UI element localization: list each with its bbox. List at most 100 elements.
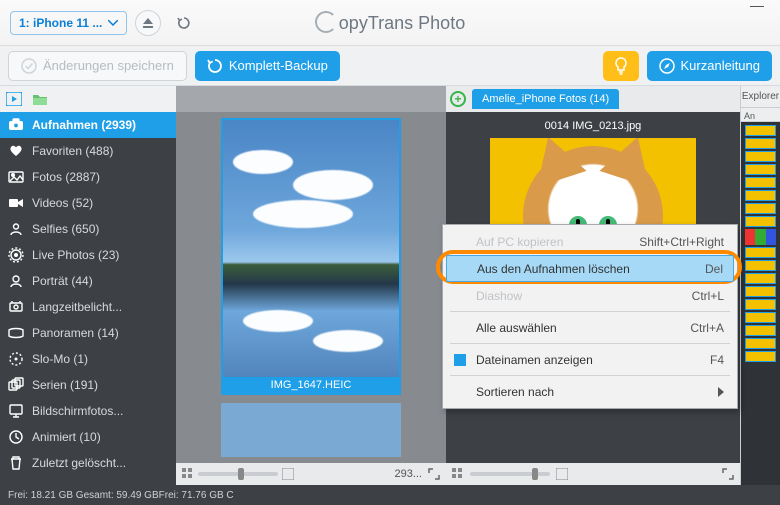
center-tab-strip [176, 86, 446, 112]
sidebar-item[interactable]: Panoramen (14) [0, 320, 176, 346]
grid-small-icon[interactable] [182, 468, 194, 480]
add-album-button[interactable]: + [450, 91, 466, 107]
main-toolbar: Änderungen speichern Komplett-Backup Kur… [0, 46, 780, 86]
context-menu-shortcut: Shift+Ctrl+Right [639, 235, 724, 249]
context-menu-item[interactable]: DiashowCtrl+L [446, 282, 734, 309]
folder-tab-icon[interactable] [32, 92, 48, 106]
explorer-header[interactable]: Explorer [741, 86, 780, 108]
submenu-arrow-icon [718, 387, 724, 397]
slomo-icon [8, 351, 24, 367]
mini-thumb[interactable] [745, 338, 776, 349]
mini-thumb[interactable] [745, 351, 776, 362]
save-changes-button[interactable]: Änderungen speichern [8, 51, 187, 81]
mini-thumb[interactable] [745, 190, 776, 201]
mini-thumb[interactable] [745, 273, 776, 284]
mini-thumb[interactable] [745, 125, 776, 136]
album-tab[interactable]: Amelie_iPhone Fotos (14) [472, 89, 619, 109]
sidebar-item[interactable]: Animiert (10) [0, 424, 176, 450]
quick-guide-label: Kurzanleitung [681, 58, 761, 73]
context-menu[interactable]: Auf PC kopieren Shift+Ctrl+Right Aus den A… [442, 224, 738, 409]
check-indicator [454, 354, 466, 366]
sidebar-item-label: Videos (52) [32, 196, 93, 210]
context-menu-item[interactable]: Aus den Aufnahmen löschenDel [446, 255, 734, 282]
grid-large-icon[interactable] [282, 468, 294, 480]
sidebar-item-label: Favoriten (488) [32, 144, 113, 158]
sidebar-item[interactable]: Favoriten (488) [0, 138, 176, 164]
context-menu-item[interactable]: Dateinamen anzeigenF4 [446, 346, 734, 373]
thumbnail-next[interactable] [221, 403, 401, 457]
sidebar-item[interactable]: Langzeitbelicht... [0, 294, 176, 320]
explorer-thumbnails[interactable] [741, 122, 780, 485]
context-menu-item[interactable]: Sortieren nach [446, 378, 734, 405]
sidebar-list[interactable]: Aufnahmen (2939) Favoriten (488) Fotos (28… [0, 112, 176, 485]
context-menu-label: Aus den Aufnahmen löschen [477, 262, 630, 276]
zoom-track[interactable] [198, 472, 278, 476]
sidebar-item[interactable]: Bildschirmfotos... [0, 398, 176, 424]
right-bottom-bar [446, 463, 740, 485]
sidebar-item[interactable]: Selfies (650) [0, 216, 176, 242]
thumbnail-selected[interactable]: IMG_1647.HEIC [221, 118, 401, 395]
expand-icon[interactable] [428, 468, 440, 480]
eject-button[interactable] [135, 10, 161, 36]
context-menu-label: Dateinamen anzeigen [476, 353, 593, 367]
mini-thumb[interactable] [745, 247, 776, 258]
sidebar-item-label: Selfies (650) [32, 222, 99, 236]
mini-thumb[interactable] [745, 286, 776, 297]
refresh-button[interactable] [171, 10, 197, 36]
check-circle-icon [21, 58, 37, 74]
sidebar-item[interactable]: Porträt (44) [0, 268, 176, 294]
context-menu-label: Alle auswählen [476, 321, 557, 335]
screenshot-icon [8, 403, 24, 419]
mini-thumb[interactable] [745, 203, 776, 214]
right-tab-strip: + Amelie_iPhone Fotos (14) [446, 86, 740, 112]
sidebar-item[interactable]: Serien (191) [0, 372, 176, 398]
sidebar-item-label: Fotos (2887) [32, 170, 100, 184]
trash-icon [8, 455, 24, 471]
mini-thumb[interactable] [745, 177, 776, 188]
sidebar-item[interactable]: Slo-Mo (1) [0, 346, 176, 372]
context-menu-shortcut: Ctrl+L [692, 289, 724, 303]
status-right: Frei: 71.76 GB C [159, 490, 772, 501]
sidebar-item[interactable]: Aufnahmen (2939) [0, 112, 176, 138]
quick-guide-button[interactable]: Kurzanleitung [647, 51, 773, 81]
window-minimize-button[interactable] [750, 6, 764, 7]
context-menu-separator [450, 343, 730, 344]
sidebar-item[interactable]: Videos (52) [0, 190, 176, 216]
save-changes-label: Änderungen speichern [43, 58, 174, 73]
mini-thumb[interactable] [745, 151, 776, 162]
thumbnail-area[interactable]: IMG_1647.HEIC [176, 112, 446, 463]
photo-icon [8, 169, 24, 185]
full-backup-button[interactable]: Komplett-Backup [195, 51, 340, 81]
zoom-track[interactable] [470, 472, 550, 476]
mini-thumb[interactable] [745, 299, 776, 310]
sidebar-item[interactable]: Live Photos (23) [0, 242, 176, 268]
sidebar: Aufnahmen (2939) Favoriten (488) Fotos (28… [0, 86, 176, 485]
mini-thumb[interactable] [745, 325, 776, 336]
portrait-icon [8, 273, 24, 289]
device-selector[interactable]: 1: iPhone 11 ... [10, 11, 127, 35]
context-menu-item[interactable]: Alle auswählenCtrl+A [446, 314, 734, 341]
sidebar-item[interactable]: Fotos (2887) [0, 164, 176, 190]
grid-large-icon[interactable] [556, 468, 568, 480]
sidebar-item-label: Animiert (10) [32, 430, 101, 444]
sidebar-item-label: Bildschirmfotos... [32, 404, 123, 418]
color-bar [745, 229, 776, 245]
mini-thumb[interactable] [745, 164, 776, 175]
title-bar: 1: iPhone 11 ... opyTrans Photo [0, 0, 780, 46]
grid-small-icon[interactable] [452, 468, 464, 480]
play-tab-icon[interactable] [6, 92, 22, 106]
mini-thumb[interactable] [745, 312, 776, 323]
camera-icon [8, 117, 24, 133]
context-menu-label: Auf PC kopieren [476, 235, 563, 249]
animated-icon [8, 429, 24, 445]
context-menu-item[interactable]: Auf PC kopieren Shift+Ctrl+Right [446, 228, 734, 255]
mini-thumb[interactable] [745, 138, 776, 149]
strip-col-label: An [741, 108, 780, 122]
sidebar-item[interactable]: Zuletzt gelöscht... [0, 450, 176, 476]
mini-thumb[interactable] [745, 216, 776, 227]
sidebar-tab-strip [0, 86, 176, 112]
expand-icon[interactable] [722, 468, 734, 480]
mini-thumb[interactable] [745, 260, 776, 271]
tips-button[interactable] [603, 51, 639, 81]
device-label: 1: iPhone 11 ... [19, 16, 102, 30]
